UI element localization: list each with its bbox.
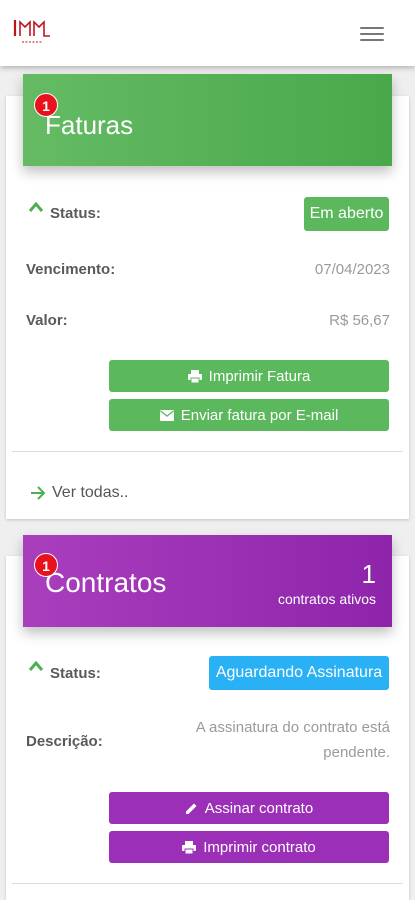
printer-icon — [187, 369, 202, 383]
descricao-label: Descrição: — [26, 733, 103, 750]
faturas-status-badge: Em aberto — [304, 197, 389, 231]
print-contract-label: Imprimir contrato — [203, 838, 316, 856]
pencil-icon — [185, 802, 198, 815]
divider — [12, 883, 403, 884]
vencimento-label: Vencimento: — [26, 261, 116, 278]
contratos-status-badge: Aguardando Assinatura — [209, 656, 389, 690]
company-logo-icon[interactable] — [12, 16, 52, 46]
active-contracts-label: contratos ativos — [277, 591, 376, 607]
sign-contract-label: Assinar contrato — [204, 799, 314, 817]
contratos-status-label: Status: — [50, 665, 101, 682]
email-invoice-button[interactable]: Enviar fatura por E-mail — [109, 399, 389, 431]
valor-value: R$ 56,67 — [329, 312, 390, 329]
hamburger-menu-icon[interactable] — [358, 24, 386, 44]
faturas-header[interactable]: Faturas — [23, 74, 392, 166]
descricao-line-1: A assinatura do contrato está — [195, 719, 390, 736]
divider — [12, 451, 403, 452]
print-invoice-label: Imprimir Fatura — [208, 367, 311, 385]
descricao-line-2: pendente. — [323, 744, 390, 761]
vencimento-value: 07/04/2023 — [314, 261, 390, 278]
see-all-label: Ver todas.. — [52, 484, 129, 501]
top-app-bar — [0, 0, 415, 66]
sign-contract-button[interactable]: Assinar contrato — [109, 792, 389, 824]
valor-label: Valor: — [26, 312, 68, 329]
envelope-icon — [159, 409, 174, 421]
chevron-up-icon[interactable] — [28, 201, 44, 213]
contratos-title: Contratos — [45, 567, 167, 598]
arrow-right-icon — [30, 486, 46, 500]
contratos-notification-badge: 1 — [34, 553, 58, 577]
email-invoice-label: Enviar fatura por E-mail — [180, 406, 339, 424]
faturas-notification-badge: 1 — [34, 93, 58, 117]
contratos-header[interactable]: Contratos 1 contratos ativos — [23, 535, 392, 627]
faturas-title: Faturas — [45, 110, 134, 140]
print-contract-button[interactable]: Imprimir contrato — [109, 831, 389, 863]
active-contracts-count: 1 — [361, 559, 376, 589]
print-invoice-button[interactable]: Imprimir Fatura — [109, 360, 389, 392]
printer-icon — [182, 840, 197, 854]
faturas-status-label: Status: — [50, 205, 101, 222]
see-all-invoices-link[interactable]: Ver todas.. — [30, 484, 129, 502]
chevron-up-icon[interactable] — [28, 660, 44, 672]
